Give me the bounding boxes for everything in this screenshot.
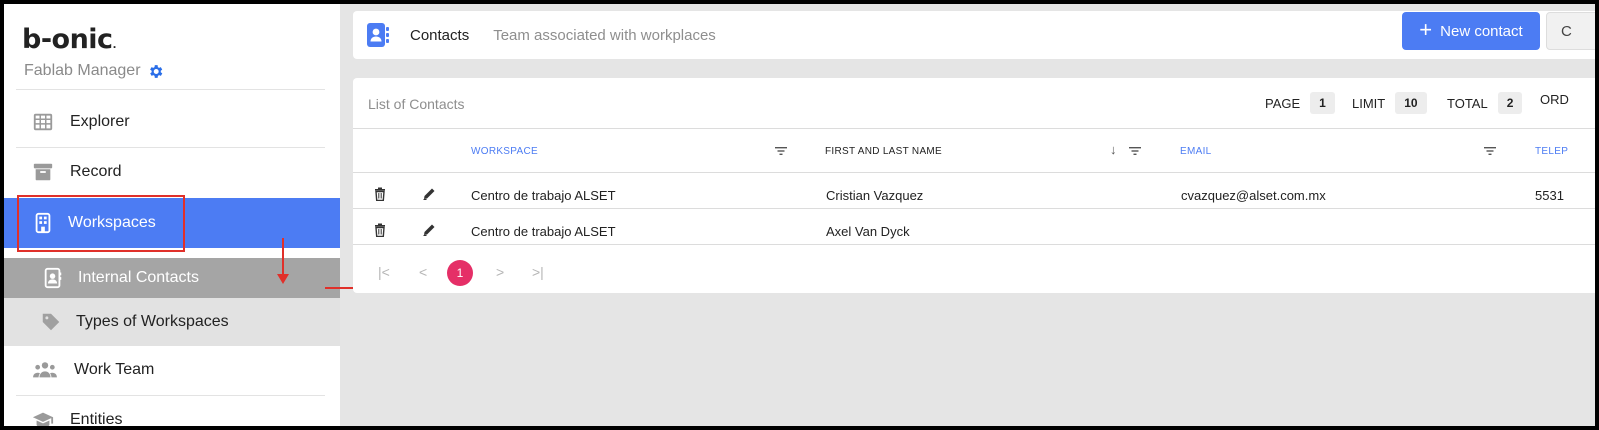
sidebar-item-label: Entities [70,411,123,426]
app-subtitle-text: Fablab Manager [24,62,141,79]
trash-icon[interactable] [373,187,387,201]
limit-value[interactable]: 10 [1395,92,1427,114]
pencil-icon[interactable] [422,187,436,201]
divider [16,89,325,90]
sidebar-item-label: Workspaces [68,214,156,231]
column-header-workspace[interactable]: WORKSPACE [471,146,538,157]
contact-book-icon [367,23,389,47]
app-subtitle: Fablab Manager [24,62,164,80]
last-page-icon[interactable]: >| [532,264,544,280]
pencil-icon[interactable] [422,223,436,237]
page-header: Contacts Team associated with workplaces… [353,11,1595,59]
cell-email: cvazquez@alset.com.mx [1181,188,1326,203]
current-page-button[interactable]: 1 [447,260,473,286]
grid-icon [33,113,53,131]
contact-book-icon [44,267,62,289]
trash-icon[interactable] [373,223,387,237]
cell-name: Cristian Vazquez [826,188,924,203]
column-header-name[interactable]: FIRST AND LAST NAME [825,146,942,157]
cell-workspace: Centro de trabajo ALSET [471,224,616,239]
annotation-arrow-head [277,274,289,284]
building-icon [35,212,51,234]
brand-logo: b-onic. [22,24,116,55]
sidebar-item-label: Types of Workspaces [76,313,229,330]
new-contact-label: New contact [1440,22,1523,40]
card-header: List of Contacts PAGE 1 LIMIT 10 TOTAL 2… [353,78,1595,129]
arrow-down-icon[interactable]: ↓ [1110,142,1117,157]
sidebar-item-label: Record [70,163,122,180]
cell-name: Axel Van Dyck [826,224,910,239]
limit-indicator[interactable]: LIMIT 10 [1352,92,1427,114]
sidebar-item-explorer[interactable]: Explorer [4,98,340,146]
plus-icon: + [1419,17,1433,42]
sidebar-subitem-types-of-workspaces[interactable]: Types of Workspaces [4,298,340,346]
app-frame: b-onic. Fablab Manager Explorer Record W… [4,4,1595,426]
total-indicator: TOTAL 2 [1447,92,1523,114]
sidebar-item-label: Explorer [70,113,130,130]
graduation-cap-icon [32,412,54,426]
sidebar: b-onic. Fablab Manager Explorer Record W… [4,4,340,426]
secondary-button[interactable]: C [1546,12,1595,50]
sidebar-item-work-team[interactable]: Work Team [4,346,340,394]
new-contact-button[interactable]: + New contact [1402,12,1540,50]
annotation-arrow [282,238,284,278]
archive-icon [33,163,53,181]
sidebar-subitem-internal-contacts[interactable]: Internal Contacts [4,258,340,298]
column-header-telephone[interactable]: TELEP [1535,146,1568,157]
contacts-card: List of Contacts PAGE 1 LIMIT 10 TOTAL 2… [353,78,1595,293]
page-indicator: PAGE 1 [1265,92,1335,114]
sidebar-item-entities[interactable]: Entities [4,396,340,426]
sidebar-item-label: Internal Contacts [78,269,199,286]
divider [353,208,1595,209]
cell-telephone: 5531 [1535,188,1564,203]
filter-icon[interactable] [775,146,787,156]
total-value: 2 [1497,92,1523,114]
filter-icon[interactable] [1129,146,1141,156]
order-indicator[interactable]: ORD [1540,92,1569,107]
gear-icon[interactable] [147,63,164,80]
page-value: 1 [1310,92,1335,114]
sidebar-item-record[interactable]: Record [4,148,340,196]
cell-workspace: Centro de trabajo ALSET [471,188,616,203]
page-description: Team associated with workplaces [493,26,716,44]
page-title: Contacts [410,26,470,44]
people-icon [33,362,57,378]
next-page-icon[interactable]: > [496,264,504,280]
column-header-email[interactable]: EMAIL [1180,146,1212,157]
previous-page-icon[interactable]: < [419,264,427,280]
sidebar-item-label: Work Team [74,361,155,378]
tag-icon [42,313,60,331]
divider [353,244,1595,245]
filter-icon[interactable] [1484,146,1496,156]
first-page-icon[interactable]: |< [378,264,390,280]
list-title: List of Contacts [368,96,465,112]
divider [353,172,1595,173]
sidebar-item-workspaces[interactable]: Workspaces [4,198,340,248]
